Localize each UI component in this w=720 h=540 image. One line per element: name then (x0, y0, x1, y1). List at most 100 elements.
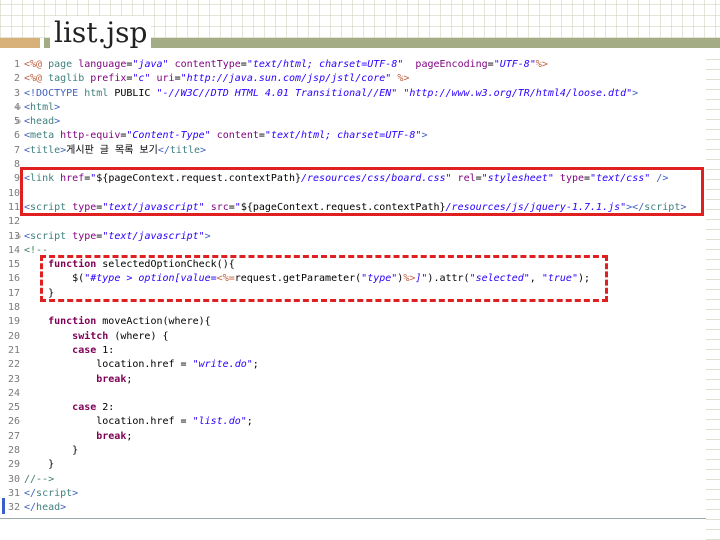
line-number: 25 (7, 402, 20, 414)
code-token: //--> (24, 473, 55, 485)
line-number: 14 (7, 244, 20, 256)
code-line[interactable]: 23 break; (0, 373, 706, 387)
line-code: location.href = "write.do"; (24, 359, 259, 370)
code-line[interactable]: 26 location.href = "list.do"; (0, 415, 706, 429)
code-token: "write.do" (192, 359, 253, 371)
fold-toggle-icon[interactable]: ⊖ (16, 115, 21, 129)
line-number: 27 (7, 430, 20, 442)
code-line[interactable]: 20 switch (where) { (0, 330, 706, 344)
code-line[interactable]: 28 } (0, 444, 706, 458)
line-code: <%@ page language="java" contentType="te… (24, 59, 548, 70)
line-number: 21 (7, 344, 20, 356)
code-line[interactable]: 2 <%@ taglib prefix="c" uri="http://java.… (0, 72, 706, 86)
code-token: ; (246, 416, 253, 428)
code-token: > (200, 144, 207, 156)
code-token: 1: (96, 344, 115, 356)
code-line[interactable]: 5 ⊖ <head> (0, 115, 706, 129)
code-token: function (48, 316, 97, 328)
fold-toggle-icon[interactable]: ⊖ (16, 230, 21, 244)
code-line[interactable]: 21 case 1: (0, 344, 706, 358)
code-token: ; (126, 430, 133, 442)
editor-bottom-border (0, 518, 706, 519)
code-token: location.href = (24, 359, 193, 371)
code-line[interactable]: 13 ⊖ <script type="text/javascript"> (0, 230, 706, 244)
line-code: case 1: (24, 345, 114, 356)
code-token: "http://java.sun.com/jsp/jstl/core" (180, 73, 392, 85)
code-line[interactable]: 32 </head> (0, 501, 706, 515)
line-number: 18 (7, 302, 20, 314)
code-token: > (72, 487, 79, 499)
code-token: "text/html; charset=UTF-8" (264, 130, 422, 142)
line-number: 23 (7, 373, 20, 385)
line-code: </head> (24, 502, 66, 513)
code-token: language (78, 59, 127, 70)
code-token: ; (126, 373, 133, 385)
code-line[interactable]: 22 location.href = "write.do"; (0, 358, 706, 372)
code-token: script (30, 230, 73, 242)
code-token: <%@ (24, 73, 49, 85)
code-token: taglib (48, 73, 91, 85)
line-code: </script> (24, 488, 78, 499)
code-line[interactable]: 31 </script> (0, 487, 706, 501)
line-code: <html> (24, 102, 60, 113)
code-token: "Content-Type" (126, 130, 211, 142)
code-line[interactable]: 12 (0, 215, 706, 229)
code-line[interactable]: 30 //--> (0, 473, 706, 487)
code-token: case (72, 402, 97, 414)
code-token: title (169, 144, 200, 156)
line-code: <title>게시판 글 목록 보기</title> (24, 145, 206, 156)
code-line[interactable]: 18 (0, 301, 706, 315)
line-number: 16 (7, 273, 20, 285)
line-code: break; (24, 374, 132, 385)
slide-side-pattern (706, 56, 720, 540)
line-number: 1 (13, 59, 20, 70)
code-token: > (204, 230, 211, 242)
line-number: 6 (13, 130, 20, 142)
line-code: location.href = "list.do"; (24, 416, 253, 427)
code-token: 2: (96, 402, 115, 414)
line-number: 20 (7, 330, 20, 342)
line-code: <meta http-equiv="Content-Type" content=… (24, 130, 427, 141)
code-line[interactable]: 27 break; (0, 430, 706, 444)
code-token: switch (72, 330, 109, 342)
line-number: 26 (7, 416, 20, 428)
code-line[interactable]: 25 case 2: (0, 401, 706, 415)
code-token: 게시판 글 목록 보기 (66, 144, 158, 156)
code-token: script (36, 487, 73, 499)
line-number: 24 (7, 387, 20, 399)
code-line[interactable]: 4 ⊖ <html> (0, 101, 706, 115)
line-number: 12 (7, 216, 20, 228)
code-token: break (96, 430, 127, 442)
code-line[interactable]: 3 <!DOCTYPE html PUBLIC "-//W3C//DTD HTML… (0, 87, 706, 101)
highlight-box-resources (20, 167, 704, 216)
code-token: <%@ (24, 59, 49, 70)
line-number: 15 (7, 259, 20, 271)
code-line[interactable]: 19 function moveAction(where){ (0, 315, 706, 329)
code-line[interactable]: 24 (0, 387, 706, 401)
code-line[interactable]: 1 <%@ page language="java" contentType="t… (0, 58, 706, 72)
code-token: html (30, 101, 55, 113)
code-token: > (54, 116, 61, 128)
slide-title: list.jsp (50, 16, 152, 50)
highlight-box-function (40, 255, 608, 302)
code-token: > (632, 87, 639, 99)
line-code: <head> (24, 116, 60, 127)
line-code: <%@ taglib prefix="c" uri="http://java.s… (24, 73, 409, 84)
code-line[interactable]: 6 <meta http-equiv="Content-Type" content… (0, 129, 706, 143)
line-code: } (24, 445, 78, 456)
code-token: head (36, 502, 61, 514)
code-token: type (72, 230, 97, 242)
code-line[interactable]: 7 <title>게시판 글 목록 보기</title> (0, 144, 706, 158)
line-number: 28 (7, 445, 20, 457)
code-token: pageEncoding (415, 59, 488, 70)
code-token: "http://www.w3.org/TR/html4/loose.dtd" (403, 87, 633, 99)
code-line[interactable]: 29 } (0, 458, 706, 472)
fold-toggle-icon[interactable]: ⊖ (16, 101, 21, 115)
code-token: (where) { (108, 330, 169, 342)
code-token: } (24, 459, 55, 471)
line-number: 30 (7, 473, 20, 485)
line-code: case 2: (24, 402, 114, 413)
